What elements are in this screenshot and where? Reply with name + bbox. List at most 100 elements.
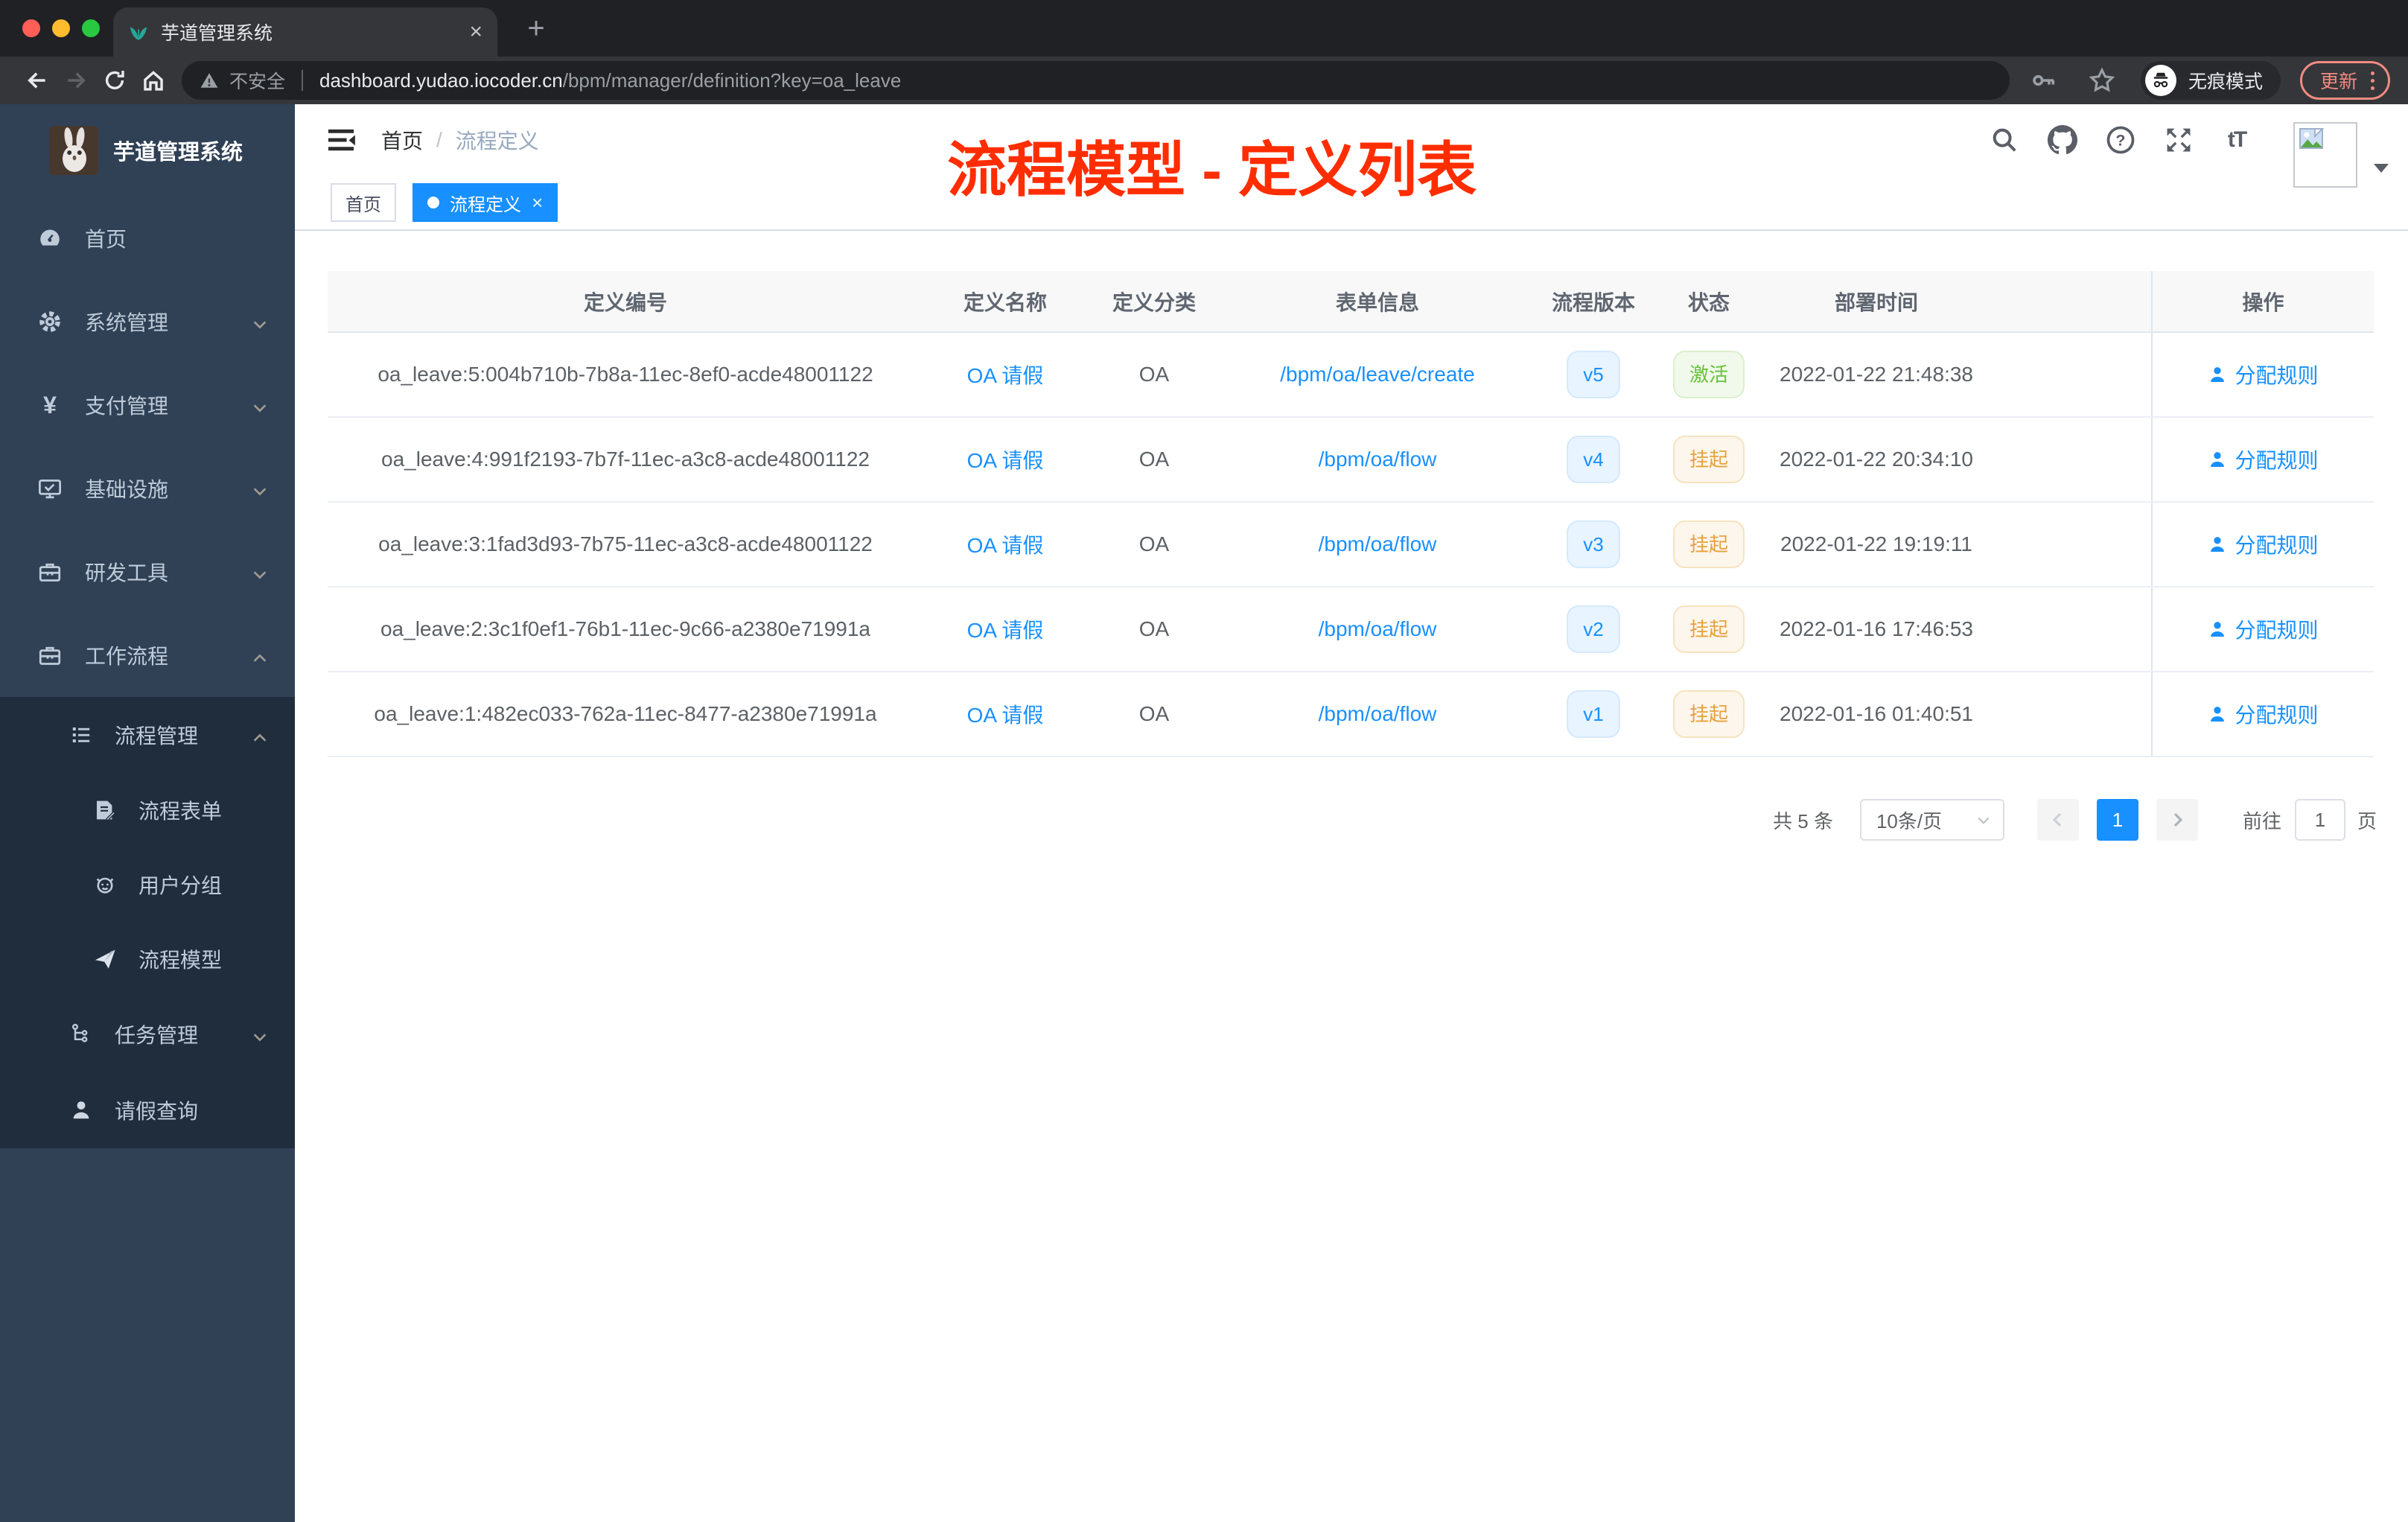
- assign-rule-button[interactable]: 分配规则: [2208, 614, 2319, 644]
- tab-close-icon[interactable]: ×: [469, 21, 482, 43]
- col-filler: [1988, 271, 2152, 333]
- sidebar-item-workflow[interactable]: 工作流程: [0, 614, 295, 697]
- fullscreen-icon[interactable]: [2162, 124, 2195, 156]
- chevron-up-icon: [252, 648, 268, 672]
- url-text[interactable]: dashboard.yudao.iocoder.cn/bpm/manager/d…: [319, 69, 901, 92]
- back-icon[interactable]: [18, 61, 57, 100]
- form-link[interactable]: /bpm/oa/leave/create: [1280, 363, 1475, 386]
- browser-tab[interactable]: 芋道管理系统 ×: [113, 7, 497, 57]
- forward-icon[interactable]: [57, 61, 95, 100]
- reload-icon[interactable]: [95, 61, 134, 100]
- caret-down-icon[interactable]: [2374, 164, 2389, 173]
- form-link[interactable]: /bpm/oa/flow: [1319, 448, 1437, 471]
- page-number-1[interactable]: 1: [2096, 799, 2138, 841]
- password-key-icon[interactable]: [2025, 61, 2063, 100]
- paper-plane-icon: [92, 947, 118, 971]
- goto-page-input[interactable]: [2294, 799, 2345, 841]
- update-label[interactable]: 更新: [2320, 67, 2357, 94]
- browser-toolbar: 不安全 dashboard.yudao.iocoder.cn/bpm/manag…: [0, 57, 2408, 104]
- status-badge: 挂起: [1672, 520, 1745, 568]
- active-dot-icon: [427, 197, 439, 208]
- security-label[interactable]: 不安全: [229, 67, 285, 94]
- cell-definition-id: oa_leave:4:991f2193-7b7f-11ec-a3c8-acde4…: [328, 417, 923, 503]
- sidebar-item-label: 基础设施: [85, 478, 169, 501]
- next-page-button[interactable]: [2156, 799, 2198, 841]
- traffic-lights: [22, 19, 100, 37]
- sidebar-item-task-management[interactable]: 任务管理: [0, 996, 295, 1072]
- window-minimize-button[interactable]: [52, 19, 70, 37]
- window-zoom-button[interactable]: [82, 19, 100, 37]
- cell-category: OA: [1087, 332, 1221, 418]
- chevron-down-icon: [1978, 817, 1990, 824]
- new-tab-button[interactable]: +: [518, 12, 554, 48]
- url-path: /bpm/manager/definition?key=oa_leave: [562, 69, 902, 92]
- definition-name-link[interactable]: OA 请假: [967, 619, 1044, 642]
- definition-name-link[interactable]: OA 请假: [967, 534, 1044, 557]
- font-size-icon[interactable]: tT: [2220, 124, 2253, 156]
- sidebar-item-devtools[interactable]: 研发工具: [0, 530, 295, 614]
- workflow-submenu: 流程管理 流程表单 用户分组 流程模型 任务管理 请假查询: [0, 697, 295, 1148]
- page-size-select[interactable]: 10条/页: [1859, 799, 2004, 841]
- definition-name-link[interactable]: OA 请假: [967, 364, 1044, 387]
- definition-name-link[interactable]: OA 请假: [967, 449, 1044, 472]
- definition-name-link[interactable]: OA 请假: [967, 704, 1044, 727]
- prev-page-button[interactable]: [2036, 799, 2079, 841]
- assign-rule-button[interactable]: 分配规则: [2208, 360, 2319, 389]
- sidebar-item-label: 支付管理: [85, 395, 169, 418]
- sidebar-item-label: 流程模型: [138, 949, 223, 972]
- sidebar-item-infra[interactable]: 基础设施: [0, 447, 295, 530]
- app-title: 芋道管理系统: [113, 141, 243, 165]
- form-link[interactable]: /bpm/oa/flow: [1319, 702, 1437, 725]
- tag-close-icon[interactable]: ×: [532, 193, 543, 212]
- assign-rule-button[interactable]: 分配规则: [2208, 529, 2319, 559]
- github-icon[interactable]: [2046, 124, 2079, 156]
- breadcrumb: 首页 / 流程定义: [381, 125, 539, 155]
- dashboard-icon: [37, 226, 63, 251]
- task-tree-icon: [69, 1022, 94, 1046]
- tag-home[interactable]: 首页: [331, 183, 396, 222]
- col-definition-id: 定义编号: [328, 271, 923, 333]
- sidebar-item-label: 用户分组: [138, 874, 223, 897]
- avatar[interactable]: [2293, 122, 2357, 188]
- sidebar-item-leave-query[interactable]: 请假查询: [0, 1072, 295, 1148]
- chrome-update-button[interactable]: 更新: [2299, 61, 2390, 100]
- sidebar-item-process-model[interactable]: 流程模型: [0, 922, 295, 996]
- form-link[interactable]: /bpm/oa/flow: [1319, 617, 1437, 640]
- col-form-info: 表单信息: [1221, 271, 1534, 333]
- sidebar-item-home[interactable]: 首页: [0, 197, 295, 280]
- chrome-menu-icon[interactable]: [2371, 71, 2374, 90]
- form-link[interactable]: /bpm/oa/flow: [1319, 532, 1437, 555]
- address-bar[interactable]: 不安全 dashboard.yudao.iocoder.cn/bpm/manag…: [182, 61, 2010, 100]
- col-deploy-time: 部署时间: [1765, 271, 1988, 333]
- cell-definition-id: oa_leave:2:3c1f0ef1-76b1-11ec-9c66-a2380…: [328, 587, 923, 672]
- sidebar-item-label: 流程管理: [115, 725, 199, 748]
- search-icon[interactable]: [1988, 124, 2021, 156]
- sidebar-item-system[interactable]: 系统管理: [0, 280, 295, 363]
- sidebar-toggle-icon[interactable]: [316, 115, 366, 165]
- version-badge: v1: [1567, 690, 1620, 738]
- sprout-icon: [128, 22, 149, 42]
- assign-rule-button[interactable]: 分配规则: [2208, 445, 2319, 474]
- definition-table: 定义编号 定义名称 定义分类 表单信息 流程版本 状态 部署时间 操作 oa_l…: [328, 271, 2374, 757]
- col-process-version: 流程版本: [1534, 271, 1653, 333]
- home-icon[interactable]: [134, 61, 173, 100]
- breadcrumb-home[interactable]: 首页: [381, 125, 423, 155]
- tag-process-definition[interactable]: 流程定义 ×: [413, 183, 558, 222]
- version-badge: v3: [1567, 520, 1620, 568]
- sidebar-item-payment[interactable]: ¥ 支付管理: [0, 363, 295, 447]
- assign-rule-button[interactable]: 分配规则: [2208, 699, 2319, 729]
- sidebar-item-user-group[interactable]: 用户分组: [0, 847, 295, 922]
- table-row: oa_leave:4:991f2193-7b7f-11ec-a3c8-acde4…: [328, 417, 2374, 503]
- help-icon[interactable]: ?: [2104, 124, 2137, 156]
- not-secure-warning-icon: [200, 71, 219, 90]
- sidebar-item-process-management[interactable]: 流程管理: [0, 697, 295, 773]
- table-header-row: 定义编号 定义名称 定义分类 表单信息 流程版本 状态 部署时间 操作: [328, 271, 2374, 333]
- sidebar-logo[interactable]: 芋道管理系统: [0, 104, 295, 197]
- svg-text:?: ?: [2115, 132, 2125, 150]
- bookmark-star-icon[interactable]: [2083, 61, 2121, 100]
- sidebar-item-process-form[interactable]: 流程表单: [0, 773, 295, 847]
- window-close-button[interactable]: [22, 19, 40, 37]
- chevron-right-icon: [2173, 812, 2183, 827]
- app-frame: 芋道管理系统 首页 系统管理 ¥ 支付管理 基础设施 研发工具 工作流程 流程管…: [0, 104, 2408, 1522]
- user-icon: [2211, 537, 2225, 553]
